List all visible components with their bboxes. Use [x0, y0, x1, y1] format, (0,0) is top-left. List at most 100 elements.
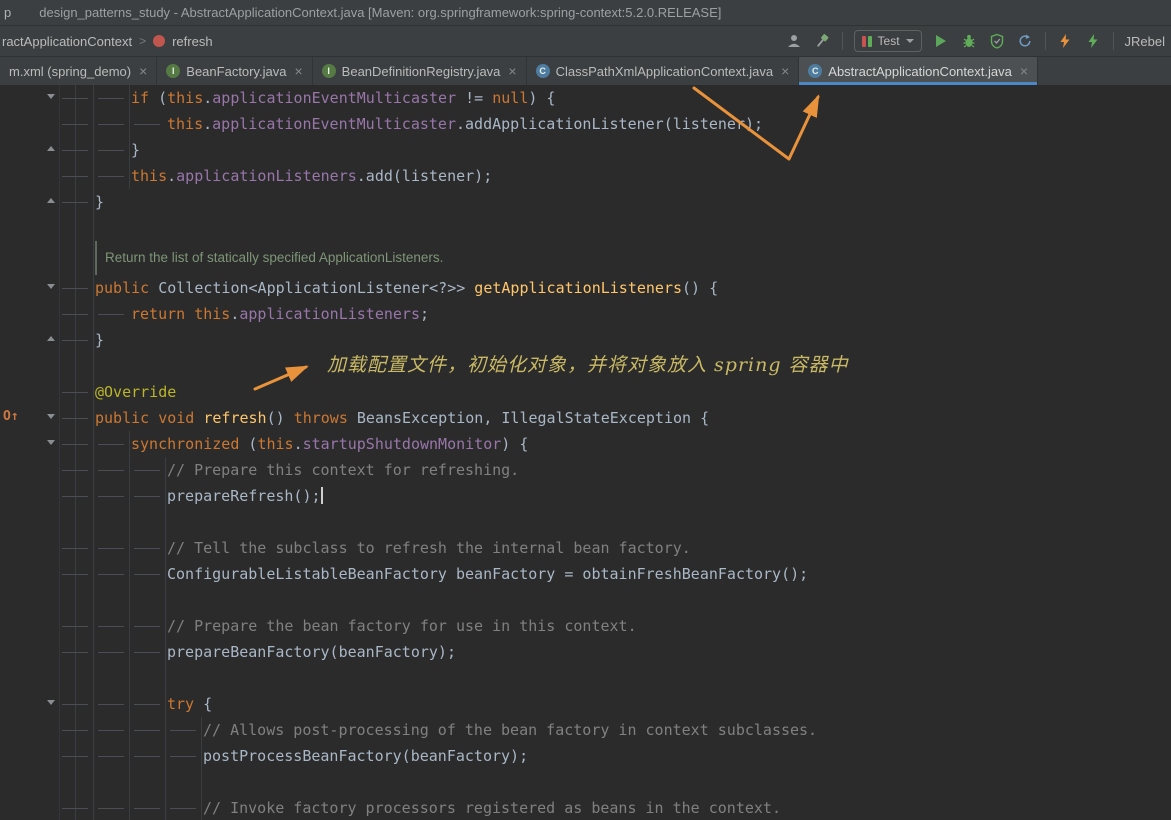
run-icon — [936, 35, 947, 47]
tab-whitespace — [131, 457, 167, 483]
tab-whitespace — [95, 85, 131, 111]
tab-whitespace — [131, 795, 167, 820]
blank-line[interactable] — [59, 665, 1171, 691]
code-line[interactable]: return this.applicationListeners; — [59, 301, 1171, 327]
coverage-button[interactable] — [989, 33, 1006, 50]
code-line[interactable]: postProcessBeanFactory(beanFactory); — [59, 743, 1171, 769]
code-line[interactable]: } — [59, 189, 1171, 215]
tab-whitespace — [95, 639, 131, 665]
run-configuration-label: Test — [877, 34, 900, 48]
fold-collapse-icon[interactable] — [47, 440, 55, 445]
code-line[interactable]: this.applicationEventMulticaster.addAppl… — [59, 111, 1171, 137]
title-bar: p design_patterns_study - AbstractApplic… — [0, 0, 1171, 26]
tab-whitespace — [95, 743, 131, 769]
javadoc-line: Return the list of statically specified … — [95, 241, 1171, 275]
code-line[interactable]: this.applicationListeners.add(listener); — [59, 163, 1171, 189]
code-line[interactable]: prepareBeanFactory(beanFactory); — [59, 639, 1171, 665]
tab-label: BeanFactory.java — [186, 63, 287, 79]
close-icon[interactable]: × — [781, 63, 789, 79]
tab-whitespace — [131, 111, 167, 137]
blank-line[interactable] — [59, 509, 1171, 535]
fold-collapse-icon[interactable] — [47, 284, 55, 289]
tab-whitespace — [95, 431, 131, 457]
code-line[interactable]: try { — [59, 691, 1171, 717]
code-line[interactable]: // Prepare this context for refreshing. — [59, 457, 1171, 483]
code-line[interactable]: ConfigurableListableBeanFactory beanFact… — [59, 561, 1171, 587]
editor-gutter[interactable] — [0, 85, 60, 820]
editor[interactable]: O↑ if (this.applicationEventMulticaster … — [0, 85, 1171, 820]
fold-expand-icon[interactable] — [47, 198, 55, 203]
tab-whitespace — [59, 85, 95, 111]
title-bar-left-text: p — [4, 5, 12, 20]
breadcrumb-class[interactable]: ractApplicationContext — [2, 34, 132, 49]
close-icon[interactable]: × — [294, 63, 302, 79]
tab-whitespace — [59, 301, 95, 327]
run-configuration-select[interactable]: Test — [853, 30, 922, 52]
interface-file-icon: I — [321, 64, 336, 78]
tab-m-xml-spring-demo-[interactable]: m.xml (spring_demo) × — [0, 57, 158, 85]
close-icon[interactable]: × — [139, 63, 147, 79]
method-icon — [153, 35, 166, 47]
code-line[interactable]: public void refresh() throws BeansExcept… — [59, 405, 1171, 431]
code-line[interactable]: public Collection<ApplicationListener<?>… — [59, 275, 1171, 301]
code-line[interactable]: @Override — [59, 379, 1171, 405]
tab-abstractapplicationcontext-java[interactable]: C AbstractApplicationContext.java × — [799, 57, 1039, 85]
tab-whitespace — [131, 483, 167, 509]
code-line[interactable]: if (this.applicationEventMulticaster != … — [59, 85, 1171, 111]
jrebel-run-icon[interactable] — [1057, 33, 1074, 50]
override-icon[interactable]: O↑ — [3, 409, 19, 424]
jrebel-debug-icon[interactable] — [1085, 33, 1102, 50]
navigation-bar: ractApplicationContext > refresh Test JR… — [0, 26, 1171, 57]
toolbar-separator — [1044, 32, 1046, 50]
blank-line[interactable] — [59, 215, 1171, 241]
fold-collapse-icon[interactable] — [47, 700, 55, 705]
fold-expand-icon[interactable] — [47, 146, 55, 151]
blank-line[interactable] — [59, 587, 1171, 613]
tab-whitespace — [95, 137, 131, 163]
close-icon[interactable]: × — [1020, 63, 1028, 79]
window-title: design_patterns_study - AbstractApplicat… — [39, 5, 722, 20]
breadcrumb-method[interactable]: refresh — [172, 34, 212, 49]
code-line[interactable]: // Tell the subclass to refresh the inte… — [59, 535, 1171, 561]
code-line[interactable]: // Invoke factory processors registered … — [59, 795, 1171, 820]
tab-whitespace — [59, 275, 95, 301]
tab-bar: m.xml (spring_demo) × I BeanFactory.java × I B… — [0, 57, 1171, 85]
close-icon[interactable]: × — [508, 63, 516, 79]
tab-whitespace — [59, 483, 95, 509]
code-line[interactable]: // Allows post-processing of the bean fa… — [59, 717, 1171, 743]
debug-button[interactable] — [961, 33, 978, 50]
tab-whitespace — [95, 111, 131, 137]
tab-whitespace — [59, 189, 95, 215]
rerun-button[interactable] — [1017, 33, 1034, 50]
build-hammer-icon[interactable] — [814, 33, 831, 50]
tab-whitespace — [131, 691, 167, 717]
tab-beanfactory-java[interactable]: I BeanFactory.java × — [157, 57, 313, 85]
tab-label: ClassPathXmlApplicationContext.java — [555, 63, 774, 79]
jrebel-label[interactable]: JRebel — [1125, 34, 1167, 49]
fold-collapse-icon[interactable] — [47, 94, 55, 99]
tab-whitespace — [59, 137, 95, 163]
blank-line[interactable] — [59, 769, 1171, 795]
fold-collapse-icon[interactable] — [47, 414, 55, 419]
tab-beandefinitionregistry-java[interactable]: I BeanDefinitionRegistry.java × — [313, 57, 527, 85]
fold-expand-icon[interactable] — [47, 336, 55, 341]
class-file-icon: C — [535, 64, 550, 78]
tab-whitespace — [95, 301, 131, 327]
code-line[interactable]: // Prepare the bean factory for use in t… — [59, 613, 1171, 639]
coverage-shield-icon — [990, 33, 1004, 49]
tab-whitespace — [59, 691, 95, 717]
code-line[interactable]: prepareRefresh(); — [59, 483, 1171, 509]
tab-whitespace — [131, 717, 167, 743]
tab-whitespace — [95, 795, 131, 820]
code-area[interactable]: if (this.applicationEventMulticaster != … — [59, 85, 1171, 820]
interface-file-icon: I — [166, 64, 181, 78]
user-icon[interactable] — [786, 33, 803, 50]
tab-whitespace — [59, 457, 95, 483]
code-line[interactable]: } — [59, 137, 1171, 163]
code-line[interactable]: synchronized (this.startupShutdownMonito… — [59, 431, 1171, 457]
tab-whitespace — [59, 613, 95, 639]
tab-classpathxmlapplicationcontext-java[interactable]: C ClassPathXmlApplicationContext.java × — [527, 57, 800, 85]
tab-whitespace — [95, 561, 131, 587]
run-button[interactable] — [933, 33, 950, 50]
tab-whitespace — [59, 535, 95, 561]
